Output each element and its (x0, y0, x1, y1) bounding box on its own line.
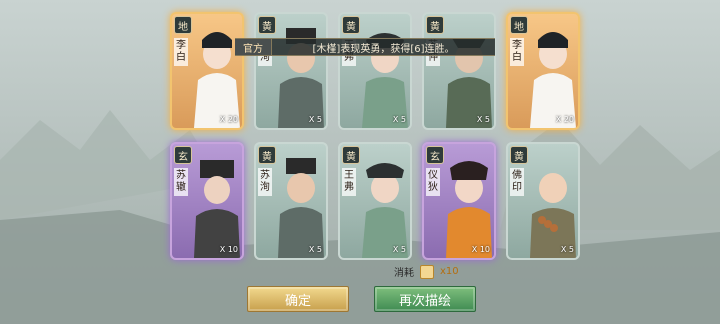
character-name: 苏洵 (258, 168, 272, 196)
character-name: 李白 (174, 38, 188, 66)
character-name: 李白 (510, 38, 524, 66)
portrait-icon (194, 32, 240, 128)
card-count: X 10 (471, 245, 490, 254)
cost-multiplier: x10 (440, 266, 459, 277)
cost-display: 消耗 x10 (394, 264, 459, 279)
card-count: X 5 (308, 245, 322, 254)
card-count: X 5 (308, 115, 322, 124)
portrait-icon (446, 38, 492, 128)
portrait-icon (194, 160, 240, 258)
card-3[interactable]: 黄 王弗 X 5 (338, 12, 412, 130)
character-name: 王弗 (342, 168, 356, 196)
card-count: X 20 (219, 115, 238, 124)
redraw-button[interactable]: 再次描绘 (374, 286, 476, 312)
portrait-icon (530, 32, 576, 128)
card-9[interactable]: 玄 仪狄 X 10 (422, 142, 496, 260)
card-1[interactable]: 地 李白 X 20 (170, 12, 244, 130)
portrait-icon (446, 161, 492, 258)
card-5[interactable]: 地 李白 X 20 (506, 12, 580, 130)
portrait-icon (530, 173, 576, 258)
character-name: 苏辙 (174, 168, 188, 196)
card-count: X 10 (219, 245, 238, 254)
card-count: X 20 (555, 115, 574, 124)
result-banner: 官方 [木槿]表现英勇，获得[6]连胜。 (235, 38, 495, 56)
card-2[interactable]: 黄 苏洵 X 5 (254, 12, 328, 130)
portrait-icon (278, 28, 324, 128)
portrait-icon (362, 33, 408, 128)
portrait-icon (362, 163, 408, 258)
scroll-icon (420, 264, 434, 279)
card-7[interactable]: 黄 苏洵 X 5 (254, 142, 328, 260)
card-count: X 5 (392, 245, 406, 254)
card-6[interactable]: 玄 苏辙 X 10 (170, 142, 244, 260)
card-count: X 5 (392, 115, 406, 124)
card-8[interactable]: 黄 王弗 X 5 (338, 142, 412, 260)
character-name: 仪狄 (426, 168, 440, 196)
banner-tag: 官方 (235, 39, 272, 55)
banner-message: [木槿]表现英勇，获得[6]连胜。 (312, 43, 455, 55)
character-name: 佛印 (510, 168, 524, 196)
card-10[interactable]: 黄 佛印 X 5 (506, 142, 580, 260)
card-count: X 5 (560, 245, 574, 254)
cost-label: 消耗 (394, 268, 414, 279)
confirm-button[interactable]: 确定 (247, 286, 349, 312)
portrait-icon (278, 158, 324, 258)
card-count: X 5 (476, 115, 490, 124)
card-4[interactable]: 黄 苏仲 X 5 (422, 12, 496, 130)
